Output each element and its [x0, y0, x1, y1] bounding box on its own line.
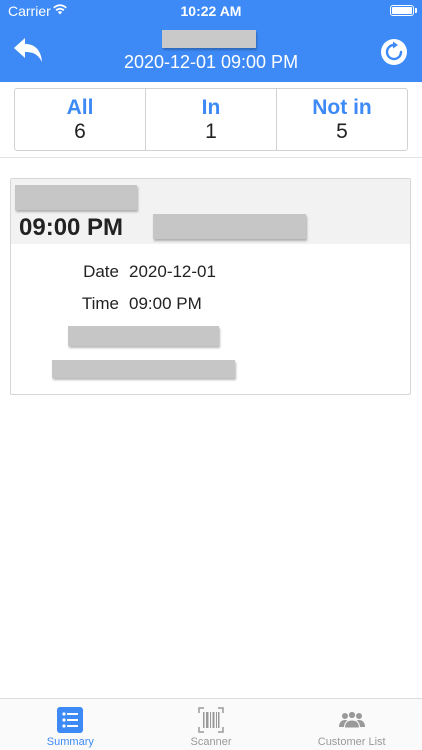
- segment-in-count: 1: [205, 120, 217, 143]
- event-card[interactable]: 09:00 PM Date 2020-12-01 Time 09:00 PM: [10, 178, 411, 395]
- redacted-text: [68, 326, 219, 346]
- divider: [0, 157, 422, 158]
- tab-summary-label: Summary: [46, 736, 94, 748]
- people-icon: [338, 710, 365, 729]
- tab-customer-list-label: Customer List: [317, 736, 386, 748]
- date-value: 2020-12-01: [129, 262, 216, 281]
- card-time: 09:00 PM: [19, 214, 124, 241]
- refresh-icon[interactable]: [380, 38, 408, 66]
- segment-all-label: All: [66, 96, 94, 119]
- segment-in-label: In: [201, 96, 221, 119]
- redacted-text: [153, 214, 306, 239]
- time-label: Time: [81, 294, 119, 313]
- segment-all[interactable]: All 6: [15, 89, 146, 150]
- redacted-text: [15, 185, 137, 210]
- status-bar: Carrier 10:22 AM: [0, 0, 422, 22]
- list-icon: [57, 707, 84, 733]
- tab-scanner-label: Scanner: [190, 736, 232, 748]
- redacted-title: [162, 30, 256, 48]
- segment-not-in-label: Not in: [312, 96, 372, 119]
- tab-scanner[interactable]: Scanner: [141, 699, 282, 750]
- segment-not-in[interactable]: Not in 5: [277, 89, 407, 150]
- tab-bar: Summary Scanner Customer List: [0, 698, 422, 750]
- filter-segments: All 6 In 1 Not in 5: [14, 88, 408, 151]
- segment-not-in-count: 5: [336, 120, 348, 143]
- tab-summary[interactable]: Summary: [0, 699, 141, 750]
- status-time: 10:22 AM: [180, 3, 242, 19]
- time-value: 09:00 PM: [129, 294, 202, 313]
- segment-in[interactable]: In 1: [146, 89, 277, 150]
- barcode-icon: [198, 707, 224, 733]
- battery-icon: [390, 5, 417, 16]
- page-title: 2020-12-01 09:00 PM: [123, 52, 299, 72]
- redacted-text: [52, 360, 235, 378]
- date-label: Date: [83, 262, 119, 281]
- segment-all-count: 6: [74, 120, 86, 143]
- card-body: Date 2020-12-01 Time 09:00 PM: [11, 244, 410, 394]
- tab-customer-list[interactable]: Customer List: [281, 699, 422, 750]
- nav-bar: 2020-12-01 09:00 PM: [0, 22, 422, 82]
- card-header: 09:00 PM: [11, 179, 410, 244]
